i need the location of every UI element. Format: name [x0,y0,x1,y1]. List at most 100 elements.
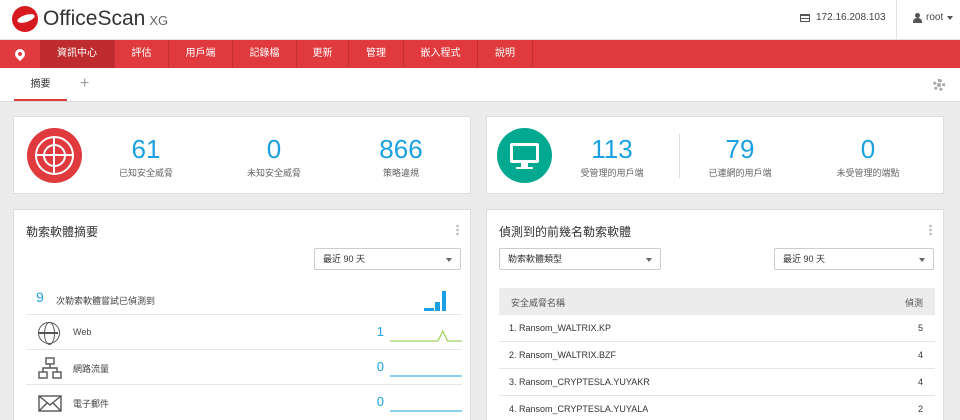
server-info: 172.16.208.103 [800,12,886,23]
detection-count: 4 [917,350,923,360]
period-value: 最近 90 天 [783,254,826,264]
app-version: XG [149,13,169,28]
app-name: OfficeScan [43,7,146,30]
sparkline-path [390,329,462,342]
stat-label: 未受管理的端點 [836,168,900,178]
unknown-threats-stat[interactable]: 0 未知安全威脅 [214,134,334,179]
tab-bar: 摘要 + [0,68,960,102]
stat-value: 0 [266,134,282,164]
stat-value: 0 [860,134,876,164]
detection-count: 2 [917,404,923,414]
nav-assessment[interactable]: 評估 [115,40,169,68]
stat-value: 113 [591,134,633,164]
period-select[interactable]: 最近 90 天 [314,248,461,270]
managed-clients-stat[interactable]: 113 受管理的用戶端 [552,134,672,179]
known-threats-stat[interactable]: 61 已知安全威脅 [86,134,206,179]
ransomware-summary-panel: 勒索軟體摘要 最近 90 天 9 次勒索軟體嘗試已偵測到 Web 1 網路流量 … [13,209,471,420]
header-divider [896,0,897,40]
server-icon [800,13,810,22]
ransomware-type-select[interactable]: 勒索軟體類型 [499,248,661,270]
attempts-trend-chart [424,291,446,311]
stat-value: 61 [131,134,161,164]
type-value: 勒索軟體類型 [508,254,563,264]
email-sparkline [390,410,462,412]
nav-updates[interactable]: 更新 [297,40,349,68]
stat-label: 受管理的用戶端 [580,168,644,178]
stat-value: 79 [725,134,755,164]
tab-summary[interactable]: 摘要 [14,68,67,101]
attempts-label: 次勒索軟體嘗試已偵測到 [56,296,156,306]
home-button[interactable] [0,40,40,68]
detection-count: 4 [917,377,923,387]
stat-label: 已連網的用戶端 [708,168,772,178]
chevron-down-icon [646,258,652,262]
stat-label: 未知安全威脅 [246,168,301,178]
nav-dashboard[interactable]: 資訊中心 [40,40,115,68]
connected-clients-stat[interactable]: 79 已連網的用戶端 [680,134,800,179]
web-sparkline [390,329,462,342]
period-select[interactable]: 最近 90 天 [774,248,934,270]
panel-title: 偵測到的前幾名勒索軟體 [499,225,632,239]
chevron-down-icon [446,258,452,262]
trend-bar [429,308,434,311]
panel-title: 勒索軟體摘要 [26,225,99,239]
threat-summary-panel: 61 已知安全威脅 0 未知安全威脅 866 策略違規 [13,116,471,194]
user-name: root [926,12,944,23]
table-header: 安全威脅名稱 偵測 [499,288,935,315]
threat-name: 4. Ransom_CRYPTESLA.YUYALA [509,404,649,414]
row-label: 網路流量 [73,364,110,374]
col-threat-name[interactable]: 安全威脅名稱 [511,296,565,309]
server-ip: 172.16.208.103 [816,12,886,23]
ransom-row-network[interactable]: 網路流量 0 [26,350,462,385]
chevron-down-icon [919,258,925,262]
network-icon [38,357,62,379]
radar-icon [27,128,82,183]
user-menu[interactable]: root [913,12,954,23]
nav-administration[interactable]: 管理 [349,40,404,68]
row-value: 0 [376,359,384,374]
network-sparkline [390,375,462,377]
row-value: 0 [376,394,384,409]
user-icon [913,12,922,23]
more-options-icon[interactable] [456,224,459,236]
ransom-row-web[interactable]: Web 1 [26,315,462,350]
stat-value: 866 [379,134,423,164]
trend-micro-logo [12,6,38,32]
trend-bar [435,302,440,311]
detection-count: 5 [917,323,923,333]
trend-bar [442,291,446,311]
row-value: 1 [376,324,384,339]
table-row[interactable]: 3. Ransom_CRYPTESLA.YUYAKR 4 [499,369,935,396]
ransom-row-email[interactable]: 電子郵件 0 [26,385,462,420]
location-pin-icon [12,46,28,62]
unmanaged-endpoints-stat[interactable]: 0 未受管理的端點 [808,134,928,179]
table-row[interactable]: 4. Ransom_CRYPTESLA.YUYALA 2 [499,396,935,420]
nav-logs[interactable]: 記錄檔 [233,40,297,68]
policy-violations-stat[interactable]: 866 策略違規 [341,134,461,179]
top-header: OfficeScan XG 172.16.208.103 root [0,0,960,40]
table-row[interactable]: 2. Ransom_WALTRIX.BZF 4 [499,342,935,369]
row-label: 電子郵件 [73,399,110,409]
gear-icon[interactable] [933,79,945,91]
more-options-icon[interactable] [929,224,932,236]
monitor-icon [497,128,552,183]
main-nav: 資訊中心 評估 用戶端 記錄檔 更新 管理 嵌入程式 說明 [0,40,960,68]
row-label: Web [73,327,92,337]
top-ransomware-panel: 偵測到的前幾名勒索軟體 勒索軟體類型 最近 90 天 安全威脅名稱 偵測 1. … [486,209,944,420]
period-value: 最近 90 天 [323,254,366,264]
threat-name: 1. Ransom_WALTRIX.KP [509,323,612,333]
app-title: OfficeScan XG [43,7,168,31]
table-row[interactable]: 1. Ransom_WALTRIX.KP 5 [499,315,935,342]
trend-bar [424,308,429,311]
col-detections[interactable]: 偵測 [905,296,923,309]
threat-name: 3. Ransom_CRYPTESLA.YUYAKR [509,377,650,387]
stat-label: 策略違規 [382,168,419,178]
stat-label: 已知安全威脅 [118,168,173,178]
mail-icon [38,395,62,412]
threat-name: 2. Ransom_WALTRIX.BZF [509,350,617,360]
nav-help[interactable]: 說明 [478,40,533,68]
nav-plugins[interactable]: 嵌入程式 [404,40,478,68]
add-tab-button[interactable]: + [80,75,89,93]
client-summary-panel: 113 受管理的用戶端 79 已連網的用戶端 0 未受管理的端點 [486,116,944,194]
nav-agents[interactable]: 用戶端 [169,40,233,68]
